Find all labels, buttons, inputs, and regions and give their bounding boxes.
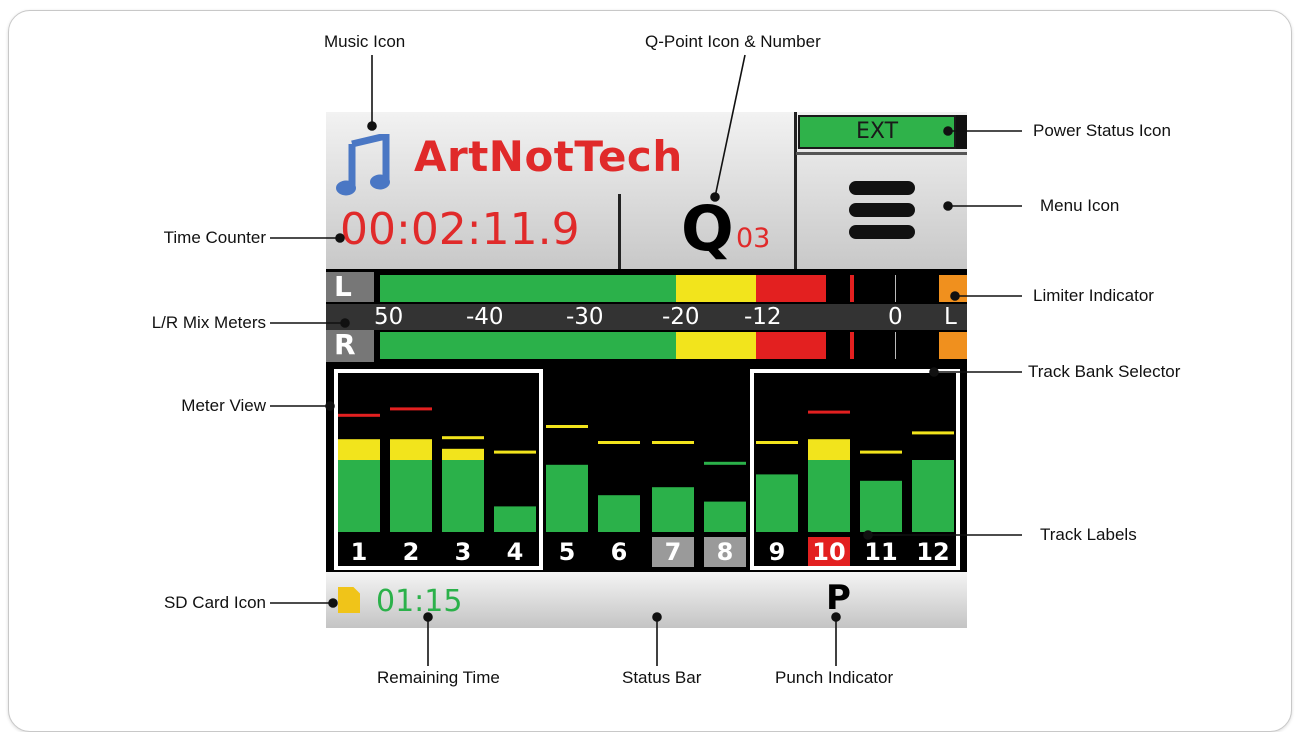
power-status-edge (956, 115, 967, 149)
right-channel-letter: R (334, 328, 356, 361)
scale-tick: 50 (374, 304, 404, 330)
callout-status-bar: Status Bar (622, 668, 702, 687)
menu-bar (849, 203, 915, 217)
limiter-label: L (944, 304, 957, 330)
remaining-time: 01:15 (376, 584, 463, 619)
left-mix-meter (380, 275, 967, 302)
scale-tick: -20 (662, 304, 700, 330)
track-label[interactable]: 7 (652, 537, 694, 567)
left-channel-letter: L (334, 270, 352, 303)
mix-meter-red (756, 332, 827, 359)
callout-q-point: Q-Point Icon & Number (645, 32, 821, 51)
meter-view: 1 2 3 4 5 6 7 8 9 10 11 12 (326, 367, 967, 572)
divider (796, 152, 967, 155)
mix-peak-tick (850, 332, 854, 359)
mix-meter-red (756, 275, 827, 302)
mix-peak-tick (850, 275, 854, 302)
track-peak-hold (546, 425, 588, 428)
mix-meter-yellow (676, 332, 756, 359)
mix-zero-tick (895, 332, 896, 359)
top-bar: ArtNotTech 00:02:11.9 Q 03 EXT (326, 112, 967, 269)
track-peak-hold (652, 441, 694, 444)
punch-indicator: P (826, 578, 851, 618)
scale-tick: -30 (566, 304, 604, 330)
scale-tick: 0 (888, 304, 903, 330)
scale-tick: -12 (744, 304, 782, 330)
mix-zero-tick (895, 275, 896, 302)
mix-scale: 50 -40 -30 -20 -12 0 L (326, 304, 967, 330)
track-peak-hold (598, 441, 640, 444)
status-bar: 01:15 P (326, 572, 967, 628)
scale-tick: -40 (466, 304, 504, 330)
track-bank-selector[interactable] (750, 369, 960, 570)
callout-track-labels: Track Labels (1040, 525, 1137, 544)
menu-icon[interactable] (849, 181, 915, 239)
callout-remaining-time: Remaining Time (377, 668, 500, 687)
callout-limiter: Limiter Indicator (1033, 286, 1154, 305)
track-peak-hold (704, 461, 746, 465)
right-channel-tag: R (326, 328, 374, 362)
callout-mix-meters: L/R Mix Meters (151, 313, 266, 332)
power-status-icon: EXT (798, 115, 956, 149)
device-screen: ArtNotTech 00:02:11.9 Q 03 EXT L R 50 -4… (326, 112, 967, 628)
track-meter-green (546, 464, 588, 532)
divider (794, 112, 797, 269)
track-label[interactable]: 5 (546, 537, 588, 567)
track-label[interactable]: 6 (598, 537, 640, 567)
q-point-number: 03 (736, 223, 771, 254)
callout-track-bank: Track Bank Selector (1028, 362, 1181, 381)
music-note-icon (336, 134, 390, 196)
project-name: ArtNotTech (414, 132, 683, 181)
left-channel-tag: L (326, 270, 374, 303)
callout-music-icon: Music Icon (324, 32, 406, 51)
meter-view-frame (334, 369, 543, 570)
menu-bar (849, 181, 915, 195)
lr-mix-meters: L R 50 -40 -30 -20 -12 0 L (326, 270, 967, 364)
callout-power-status: Power Status Icon (1033, 121, 1171, 140)
limiter-indicator (939, 332, 967, 359)
track-meter-green (704, 501, 746, 532)
mix-meter-yellow (676, 275, 756, 302)
callout-punch: Punch Indicator (775, 668, 894, 687)
callout-meter-view: Meter View (181, 396, 266, 415)
track-meter-green (598, 495, 640, 532)
menu-bar (849, 225, 915, 239)
limiter-indicator (939, 275, 967, 302)
right-mix-meter (380, 332, 967, 359)
divider (618, 194, 621, 269)
callout-menu-icon: Menu Icon (1040, 196, 1120, 215)
track-label[interactable]: 8 (704, 537, 746, 567)
q-point-icon[interactable]: Q (681, 192, 734, 265)
callout-time-counter: Time Counter (163, 228, 266, 247)
sd-card-icon (338, 587, 360, 613)
callout-sd-card: SD Card Icon (163, 593, 266, 612)
track-meter-green (652, 487, 694, 532)
mix-meter-green (380, 332, 676, 359)
mix-meter-green (380, 275, 676, 302)
time-counter: 00:02:11.9 (340, 204, 580, 255)
